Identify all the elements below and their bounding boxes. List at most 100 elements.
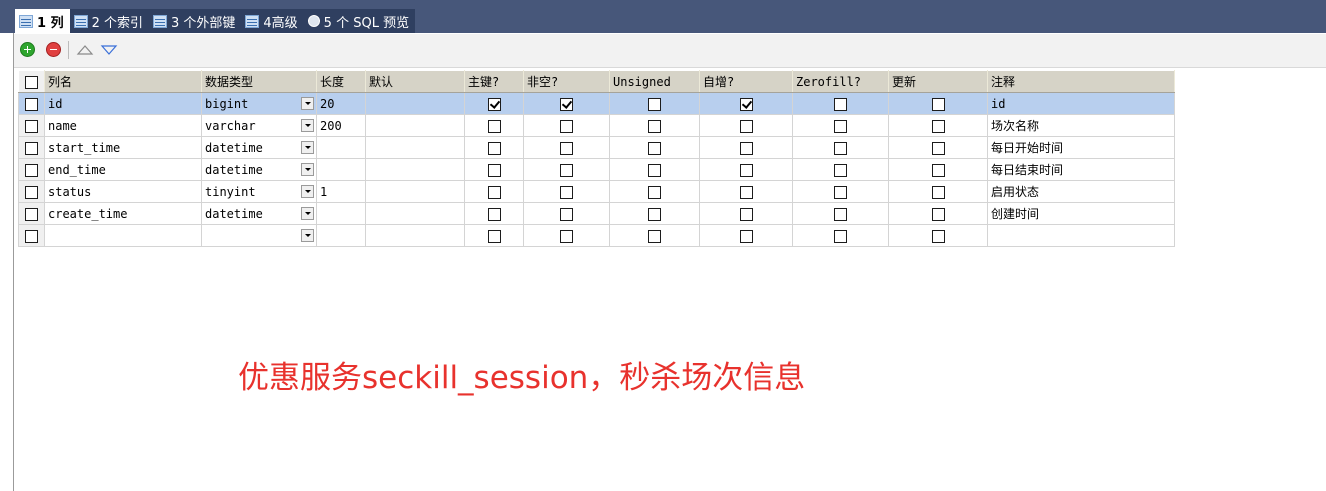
table-row[interactable]: id bigint 20 id: [18, 92, 1175, 115]
length-cell[interactable]: [316, 136, 366, 159]
table-row[interactable]: start_time datetime 每日开始时间: [18, 136, 1175, 159]
unsigned-checkbox[interactable]: [609, 92, 700, 115]
data-type-cell[interactable]: datetime: [201, 202, 317, 225]
default-cell[interactable]: [365, 92, 465, 115]
tab-indexes[interactable]: 2 个索引: [70, 9, 149, 33]
header-auto-increment[interactable]: 自增?: [699, 70, 793, 93]
data-type-cell[interactable]: varchar: [201, 114, 317, 137]
select-all-checkbox[interactable]: [18, 70, 45, 93]
add-row-icon[interactable]: [20, 42, 35, 57]
primary-key-checkbox[interactable]: [464, 158, 524, 181]
tab-advanced[interactable]: 4高级: [241, 9, 303, 33]
comment-cell[interactable]: [987, 224, 1175, 247]
update-checkbox[interactable]: [888, 180, 988, 203]
primary-key-checkbox[interactable]: [464, 136, 524, 159]
chevron-down-icon[interactable]: [301, 185, 314, 198]
column-name-cell[interactable]: start_time: [44, 136, 202, 159]
length-cell[interactable]: [316, 202, 366, 225]
row-select-checkbox[interactable]: [18, 114, 45, 137]
unsigned-checkbox[interactable]: [609, 180, 700, 203]
column-name-cell[interactable]: [44, 224, 202, 247]
not-null-checkbox[interactable]: [523, 92, 610, 115]
header-zerofill[interactable]: Zerofill?: [792, 70, 889, 93]
row-select-checkbox[interactable]: [18, 158, 45, 181]
header-data-type[interactable]: 数据类型: [201, 70, 317, 93]
auto-increment-checkbox[interactable]: [699, 158, 793, 181]
update-checkbox[interactable]: [888, 92, 988, 115]
length-cell[interactable]: 1: [316, 180, 366, 203]
zerofill-checkbox[interactable]: [792, 202, 889, 225]
length-cell[interactable]: 200: [316, 114, 366, 137]
column-name-cell[interactable]: id: [44, 92, 202, 115]
default-cell[interactable]: [365, 114, 465, 137]
data-type-cell[interactable]: [201, 224, 317, 247]
table-row[interactable]: create_time datetime 创建时间: [18, 202, 1175, 225]
comment-cell[interactable]: id: [987, 92, 1175, 115]
comment-cell[interactable]: 场次名称: [987, 114, 1175, 137]
table-row[interactable]: [18, 224, 1175, 247]
data-type-cell[interactable]: datetime: [201, 158, 317, 181]
row-select-checkbox[interactable]: [18, 92, 45, 115]
auto-increment-checkbox[interactable]: [699, 114, 793, 137]
chevron-down-icon[interactable]: [301, 119, 314, 132]
move-up-icon[interactable]: [76, 42, 94, 57]
header-not-null[interactable]: 非空?: [523, 70, 610, 93]
not-null-checkbox[interactable]: [523, 202, 610, 225]
table-row[interactable]: status tinyint 1 启用状态: [18, 180, 1175, 203]
chevron-down-icon[interactable]: [301, 229, 314, 242]
not-null-checkbox[interactable]: [523, 136, 610, 159]
length-cell[interactable]: 20: [316, 92, 366, 115]
column-name-cell[interactable]: status: [44, 180, 202, 203]
zerofill-checkbox[interactable]: [792, 92, 889, 115]
row-select-checkbox[interactable]: [18, 180, 45, 203]
update-checkbox[interactable]: [888, 136, 988, 159]
zerofill-checkbox[interactable]: [792, 224, 889, 247]
header-unsigned[interactable]: Unsigned: [609, 70, 700, 93]
unsigned-checkbox[interactable]: [609, 224, 700, 247]
zerofill-checkbox[interactable]: [792, 180, 889, 203]
header-update[interactable]: 更新: [888, 70, 988, 93]
data-type-cell[interactable]: tinyint: [201, 180, 317, 203]
column-name-cell[interactable]: name: [44, 114, 202, 137]
update-checkbox[interactable]: [888, 114, 988, 137]
data-type-cell[interactable]: datetime: [201, 136, 317, 159]
chevron-down-icon[interactable]: [301, 97, 314, 110]
update-checkbox[interactable]: [888, 158, 988, 181]
row-select-checkbox[interactable]: [18, 224, 45, 247]
column-name-cell[interactable]: end_time: [44, 158, 202, 181]
update-checkbox[interactable]: [888, 202, 988, 225]
primary-key-checkbox[interactable]: [464, 114, 524, 137]
zerofill-checkbox[interactable]: [792, 136, 889, 159]
unsigned-checkbox[interactable]: [609, 202, 700, 225]
chevron-down-icon[interactable]: [301, 207, 314, 220]
zerofill-checkbox[interactable]: [792, 158, 889, 181]
unsigned-checkbox[interactable]: [609, 158, 700, 181]
not-null-checkbox[interactable]: [523, 158, 610, 181]
move-down-icon[interactable]: [100, 42, 118, 57]
zerofill-checkbox[interactable]: [792, 114, 889, 137]
update-checkbox[interactable]: [888, 224, 988, 247]
primary-key-checkbox[interactable]: [464, 202, 524, 225]
tab-sql-preview[interactable]: 5 个 SQL 预览: [304, 9, 415, 33]
primary-key-checkbox[interactable]: [464, 92, 524, 115]
row-select-checkbox[interactable]: [18, 202, 45, 225]
data-type-cell[interactable]: bigint: [201, 92, 317, 115]
primary-key-checkbox[interactable]: [464, 180, 524, 203]
comment-cell[interactable]: 创建时间: [987, 202, 1175, 225]
auto-increment-checkbox[interactable]: [699, 92, 793, 115]
header-column-name[interactable]: 列名: [44, 70, 202, 93]
row-select-checkbox[interactable]: [18, 136, 45, 159]
table-row[interactable]: end_time datetime 每日结束时间: [18, 158, 1175, 181]
tab-columns[interactable]: 1 列: [15, 9, 70, 33]
not-null-checkbox[interactable]: [523, 224, 610, 247]
not-null-checkbox[interactable]: [523, 114, 610, 137]
default-cell[interactable]: [365, 202, 465, 225]
default-cell[interactable]: [365, 224, 465, 247]
comment-cell[interactable]: 每日开始时间: [987, 136, 1175, 159]
delete-row-icon[interactable]: [46, 42, 61, 57]
default-cell[interactable]: [365, 180, 465, 203]
header-primary-key[interactable]: 主键?: [464, 70, 524, 93]
length-cell[interactable]: [316, 158, 366, 181]
default-cell[interactable]: [365, 136, 465, 159]
comment-cell[interactable]: 每日结束时间: [987, 158, 1175, 181]
